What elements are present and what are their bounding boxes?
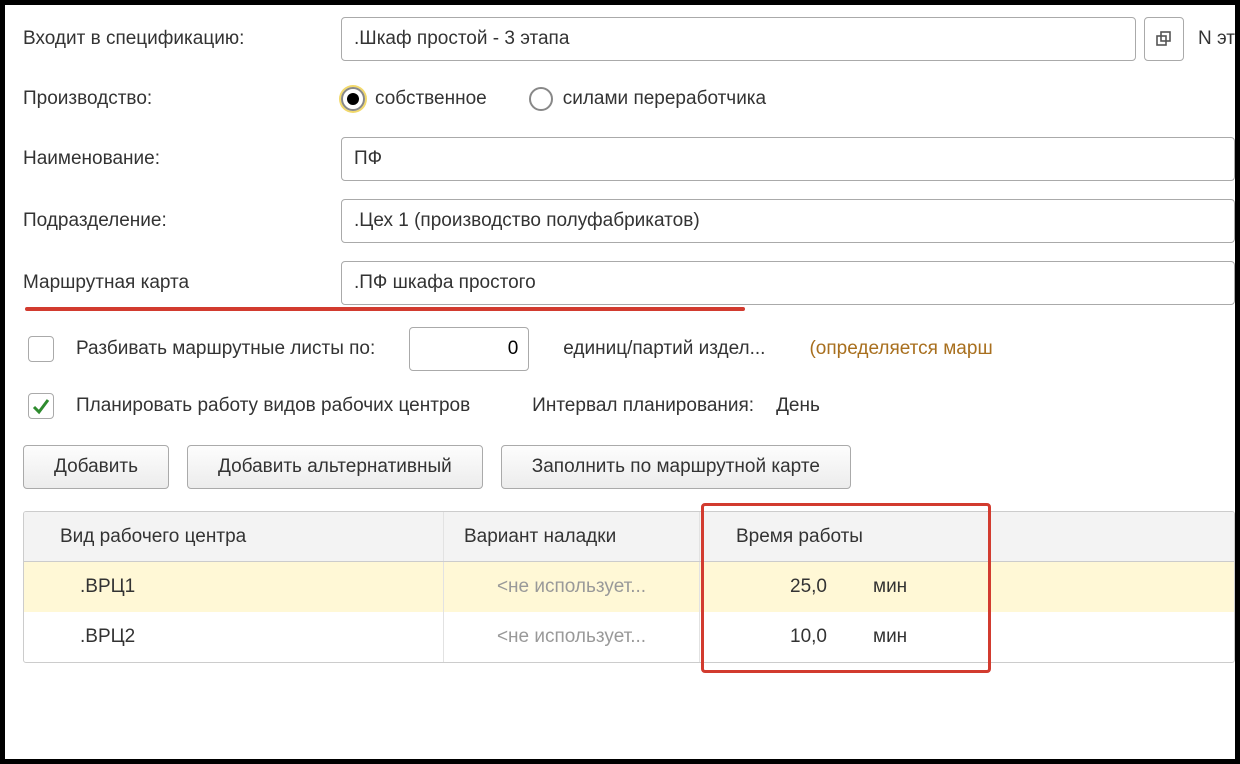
radio-own[interactable]: [341, 87, 365, 111]
department-label: Подразделение:: [23, 210, 341, 232]
route-label: Маршрутная карта: [23, 272, 341, 294]
radio-external-label: силами переработчика: [563, 88, 766, 110]
split-value-input[interactable]: [409, 327, 529, 371]
name-label: Наименование:: [23, 148, 341, 170]
production-label: Производство:: [23, 88, 341, 110]
col-work-center[interactable]: Вид рабочего центра: [24, 512, 444, 561]
department-field[interactable]: .Цех 1 (производство полуфабрикатов): [341, 199, 1235, 243]
col-setup-variant[interactable]: Вариант наладки: [444, 512, 700, 561]
open-spec-icon[interactable]: [1144, 17, 1184, 61]
n-etapa-label: N эт: [1198, 28, 1235, 50]
cell-center: .ВРЦ1: [24, 562, 444, 612]
cell-setup: <не использует...: [444, 612, 700, 662]
split-hint: (определяется марш: [809, 338, 992, 360]
cell-setup: <не использует...: [444, 562, 700, 612]
spec-label: Входит в спецификацию:: [23, 28, 341, 50]
radio-own-label: собственное: [375, 88, 487, 110]
split-units: единиц/партий издел...: [563, 338, 765, 360]
split-label: Разбивать маршрутные листы по:: [76, 338, 375, 360]
cell-center: .ВРЦ2: [24, 612, 444, 662]
table-row[interactable]: .ВРЦ1 <не использует... 25,0 мин: [24, 562, 1234, 612]
radio-external[interactable]: [529, 87, 553, 111]
work-centers-table: Вид рабочего центра Вариант наладки Врем…: [23, 511, 1235, 663]
fill-from-route-button[interactable]: Заполнить по маршрутной карте: [501, 445, 851, 489]
col-work-time[interactable]: Время работы: [700, 512, 990, 561]
split-checkbox[interactable]: [28, 336, 54, 362]
interval-value: День: [776, 395, 820, 417]
cell-time: 25,0 мин: [700, 562, 990, 612]
name-field[interactable]: ПФ: [341, 137, 1235, 181]
interval-label: Интервал планирования:: [532, 395, 754, 417]
plan-checkbox[interactable]: [28, 393, 54, 419]
add-alternative-button[interactable]: Добавить альтернативный: [187, 445, 483, 489]
spec-field[interactable]: .Шкаф простой - 3 этапа: [341, 17, 1136, 61]
table-header: Вид рабочего центра Вариант наладки Врем…: [24, 512, 1234, 562]
table-row[interactable]: .ВРЦ2 <не использует... 10,0 мин: [24, 612, 1234, 662]
plan-label: Планировать работу видов рабочих центров: [76, 395, 470, 417]
route-field[interactable]: .ПФ шкафа простого: [341, 261, 1235, 305]
cell-time: 10,0 мин: [700, 612, 990, 662]
highlight-line: [25, 307, 745, 311]
add-button[interactable]: Добавить: [23, 445, 169, 489]
